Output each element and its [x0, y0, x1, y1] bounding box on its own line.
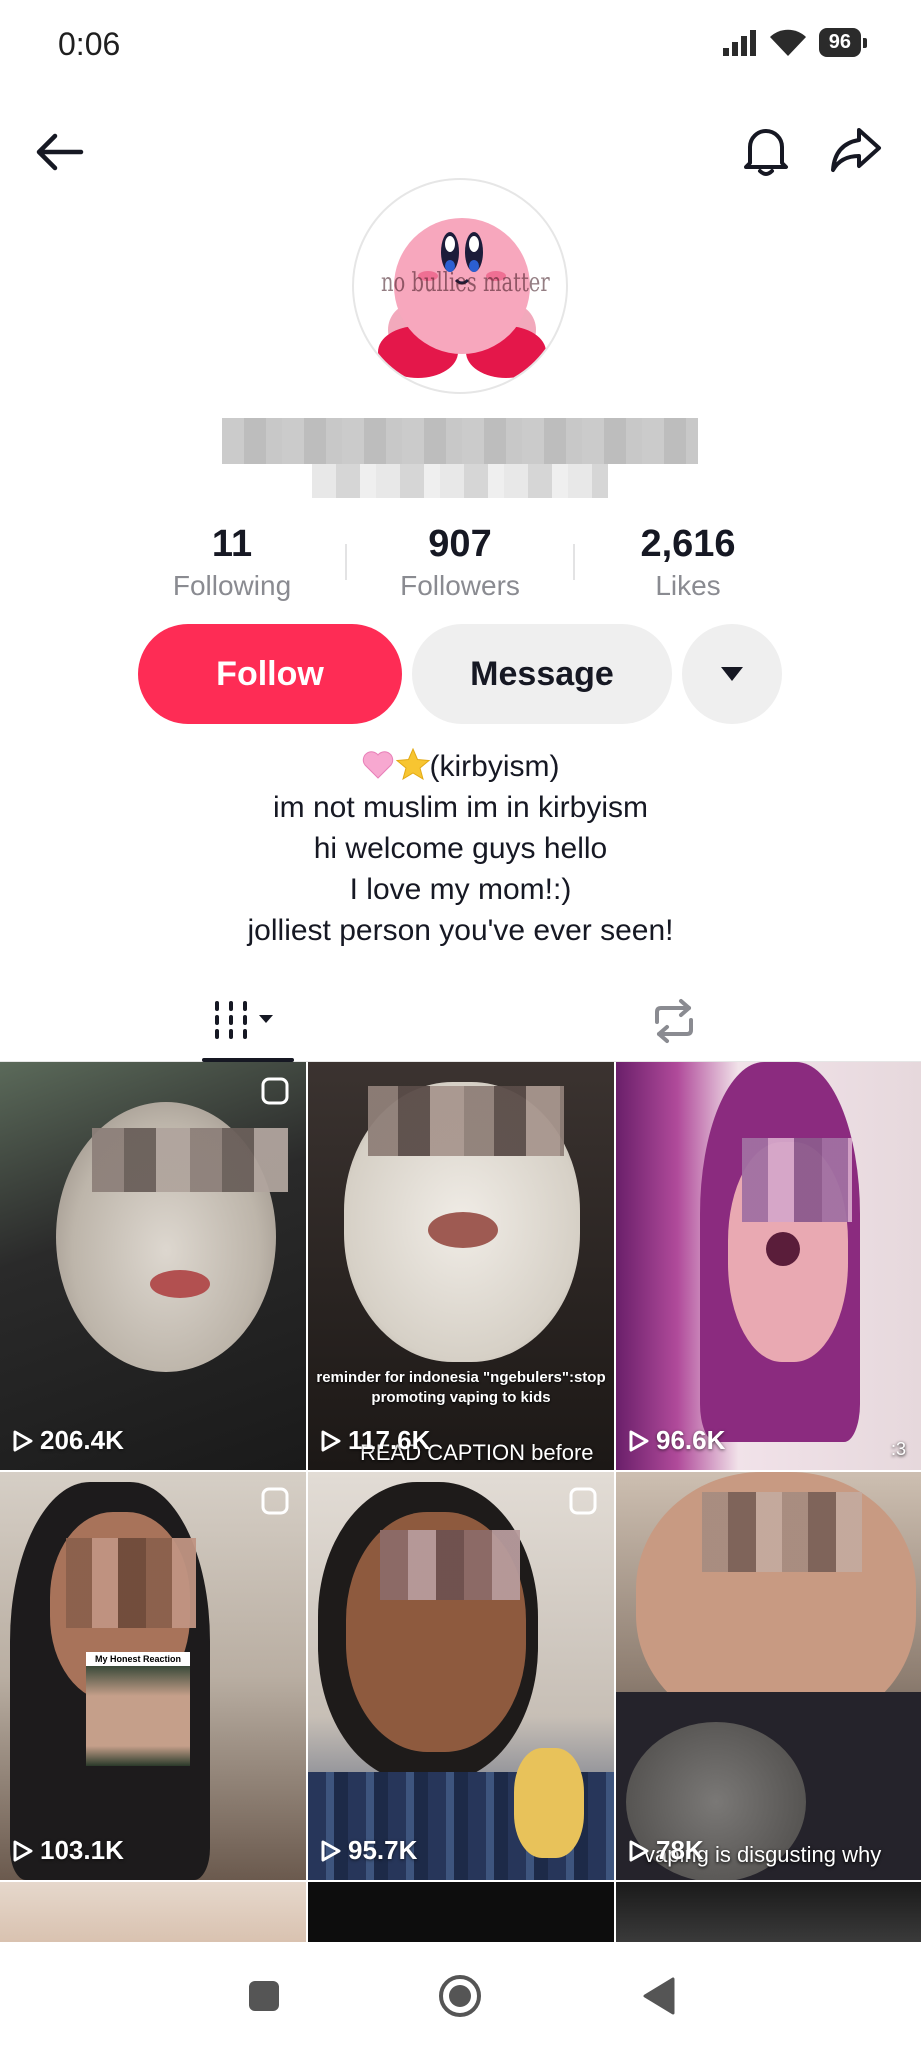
view-count: 103.1K [12, 1835, 124, 1866]
caret-down-icon [721, 667, 743, 681]
video-tile[interactable]: 95.7K [308, 1472, 614, 1880]
wifi-icon [769, 29, 806, 56]
play-icon [13, 1430, 33, 1451]
back-button[interactable] [28, 120, 92, 184]
blurred-eyes [368, 1086, 564, 1156]
stat-following-value: 11 [211, 523, 253, 565]
pinned-icon [261, 1077, 289, 1105]
signal-icon [722, 29, 756, 56]
view-count: 206.4K [12, 1425, 124, 1456]
blurred-eyes [66, 1538, 196, 1628]
inset-label: My Honest Reaction [86, 1652, 190, 1666]
view-count-text: 78K [656, 1835, 704, 1865]
stat-divider [573, 544, 575, 580]
view-count-text: 96.6K [656, 1425, 726, 1455]
profile-tabs [0, 980, 921, 1062]
banana [514, 1748, 584, 1858]
view-count: 78K [628, 1835, 704, 1866]
home-button[interactable] [432, 1968, 488, 2024]
bio-line-5: jolliest person you've ever seen! [247, 914, 674, 947]
notifications-button[interactable] [734, 118, 798, 182]
square-icon [249, 1981, 279, 2011]
handle-blurred [312, 464, 608, 498]
share-icon [831, 128, 881, 172]
bio: (kirbyism) im not muslim im in kirbyism … [0, 746, 921, 951]
video-tile[interactable]: 206.4K [0, 1062, 306, 1470]
bio-line-4: I love my mom!:) [349, 873, 572, 906]
battery-icon: 96 [818, 28, 868, 57]
home-circle-icon [439, 1975, 481, 2017]
video-caption-secondary: :3 [890, 1439, 906, 1459]
stat-followers-value: 907 [428, 523, 492, 565]
play-icon [321, 1840, 341, 1861]
lips [428, 1212, 498, 1248]
video-tile[interactable] [616, 1882, 921, 1942]
blurred-eyes [92, 1128, 288, 1192]
video-tile[interactable] [0, 1882, 306, 1942]
play-icon [321, 1430, 341, 1451]
avatar-text: no bullies matter [381, 268, 550, 298]
avatar[interactable]: no bullies matter [352, 178, 568, 394]
bell-icon [744, 129, 788, 176]
profile-stats: 11 Following 907 Followers 2,616 Likes [0, 522, 921, 602]
view-count: 117.6K [320, 1425, 430, 1456]
dog-nose-filter [766, 1232, 800, 1266]
video-tile[interactable]: :3 96.6K [616, 1062, 921, 1470]
pinned-icon [569, 1487, 597, 1515]
star-icon [395, 748, 430, 780]
blurred-eyes [380, 1530, 520, 1600]
view-count-text: 206.4K [40, 1425, 124, 1455]
status-time: 0:06 [58, 26, 121, 62]
status-bar: 0:06 96 [0, 0, 921, 90]
inset-reaction-image [86, 1666, 190, 1766]
view-count-text: 103.1K [40, 1835, 124, 1865]
play-icon [629, 1430, 649, 1451]
pink-heart-icon [362, 751, 393, 779]
lips [150, 1270, 210, 1298]
blurred-eyes [702, 1492, 862, 1572]
tab-reposts[interactable] [628, 980, 720, 1062]
pinned-icon [261, 1487, 289, 1515]
back-arrow-icon [36, 133, 84, 171]
video-caption: reminder for indonesia "ngebulers":stop … [316, 1369, 606, 1406]
video-tile[interactable]: vaping is disgusting why 78K [616, 1472, 921, 1880]
stat-followers[interactable]: 907 Followers [360, 522, 560, 604]
view-count: 96.6K [628, 1425, 725, 1456]
triangle-back-icon [643, 1977, 675, 2015]
message-button[interactable]: Message [412, 624, 672, 724]
play-icon [629, 1840, 649, 1861]
stat-followers-label: Followers [400, 570, 520, 601]
stat-likes: 2,616 Likes [588, 522, 788, 604]
bio-line-1: (kirbyism) [0, 746, 921, 787]
back-nav-button[interactable] [630, 1968, 686, 2024]
repost-icon [655, 999, 693, 1043]
share-button[interactable] [824, 118, 888, 182]
stat-likes-label: Likes [655, 570, 721, 601]
username-blurred [222, 418, 698, 464]
stat-following[interactable]: 11 Following [132, 522, 332, 604]
video-grid: 206.4K reminder for indonesia "ngebulers… [0, 1062, 921, 1942]
bio-line-2: im not muslim im in kirbyism [272, 791, 649, 824]
system-nav-bar [0, 1942, 921, 2048]
video-tile[interactable] [308, 1882, 614, 1942]
stat-divider [345, 544, 347, 580]
bio-line-3: hi welcome guys hello [313, 832, 608, 865]
blurred-eyes [742, 1138, 852, 1222]
play-icon [13, 1840, 33, 1861]
grid-icon [215, 1001, 273, 1039]
suggested-accounts-button[interactable] [682, 624, 782, 724]
follow-button[interactable]: Follow [138, 624, 402, 724]
view-count-text: 95.7K [348, 1835, 418, 1865]
action-buttons: Follow Message [0, 624, 921, 724]
status-icons: 96 [722, 28, 868, 57]
stat-likes-value: 2,616 [640, 523, 736, 565]
tab-videos[interactable] [200, 980, 292, 1062]
video-tile[interactable]: My Honest Reaction 103.1K [0, 1472, 306, 1880]
video-tile[interactable]: reminder for indonesia "ngebulers":stop … [308, 1062, 614, 1470]
view-count-text: 117.6K [348, 1425, 431, 1455]
bio-line-1-text: (kirbyism) [429, 750, 560, 783]
recents-button[interactable] [236, 1968, 292, 2024]
stat-following-label: Following [172, 570, 292, 601]
view-count: 95.7K [320, 1835, 417, 1866]
